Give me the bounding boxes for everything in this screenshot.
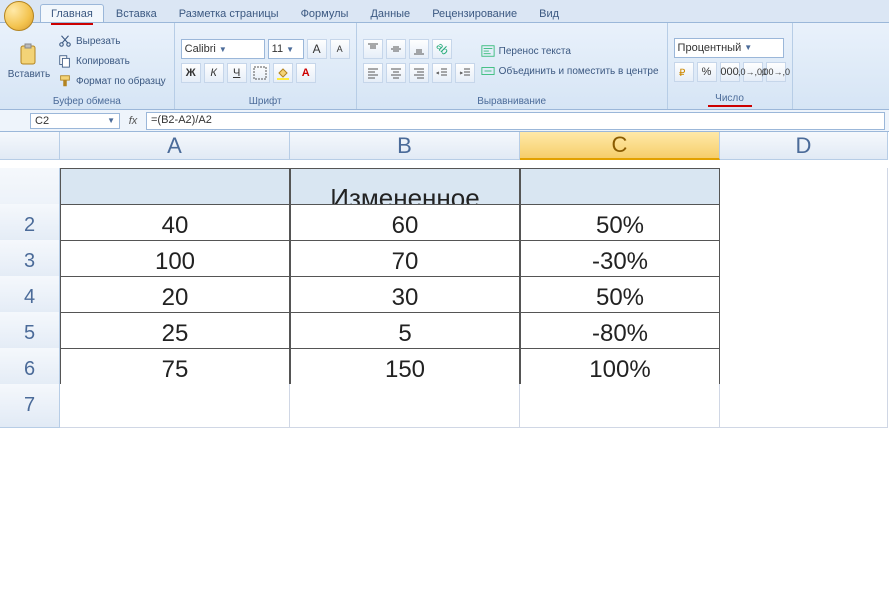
row-header-7[interactable]: 7 (0, 384, 60, 428)
copy-button[interactable]: Копировать (56, 52, 168, 70)
fx-icon[interactable]: fx (120, 115, 146, 127)
tab-data[interactable]: Данные (360, 5, 420, 22)
spreadsheet-grid: A B C D 1 Исходное число Измененное числ… (0, 132, 889, 420)
merge-center-button[interactable]: Объединить и поместить в центре (479, 62, 661, 80)
bold-button[interactable]: Ж (181, 63, 201, 83)
formula-input[interactable]: =(B2-A2)/A2 (146, 112, 885, 130)
shrink-font-button[interactable]: A (330, 39, 350, 59)
align-right-icon (412, 66, 426, 80)
align-left-icon (366, 66, 380, 80)
border-button[interactable] (250, 63, 270, 83)
currency-icon: ₽ (677, 65, 691, 79)
copy-icon (58, 54, 72, 68)
group-label-font: Шрифт (181, 95, 350, 107)
formula-bar: C2▼ fx =(B2-A2)/A2 (0, 110, 889, 132)
align-right[interactable] (409, 63, 429, 83)
scissors-icon (58, 34, 72, 48)
font-size-combo[interactable]: 11▼ (268, 39, 304, 59)
cell-d7[interactable] (720, 384, 888, 428)
tab-view[interactable]: Вид (529, 5, 569, 22)
paste-icon (17, 43, 41, 67)
comma-button[interactable]: 000 (720, 62, 740, 82)
col-header-d[interactable]: D (720, 132, 888, 160)
indent-dec-icon (435, 66, 449, 80)
group-label-alignment: Выравнивание (363, 95, 661, 107)
percent-button[interactable]: % (697, 62, 717, 82)
align-center-icon (389, 66, 403, 80)
tab-home[interactable]: Главная (40, 4, 104, 22)
cell-c7[interactable] (520, 384, 720, 428)
chevron-down-icon: ▼ (219, 45, 227, 54)
col-header-a[interactable]: A (60, 132, 290, 160)
underline-button[interactable]: Ч (227, 63, 247, 83)
bucket-icon (276, 66, 290, 80)
indent-decrease[interactable] (432, 63, 452, 83)
font-name-combo[interactable]: Calibri▼ (181, 39, 265, 59)
col-header-b[interactable]: B (290, 132, 520, 160)
grow-font-button[interactable]: A (307, 39, 327, 59)
currency-button[interactable]: ₽ (674, 62, 694, 82)
italic-button[interactable]: К (204, 63, 224, 83)
indent-increase[interactable] (455, 63, 475, 83)
align-left[interactable] (363, 63, 383, 83)
brush-icon (58, 74, 72, 88)
name-box[interactable]: C2▼ (30, 113, 120, 129)
font-color-button[interactable]: A (296, 63, 316, 83)
merge-icon (481, 64, 495, 78)
cell-b7[interactable] (290, 384, 520, 428)
group-number: Процентный▼ ₽ % 000 ,0→,00 ,00→,0 Число (668, 23, 793, 109)
group-alignment: ab Перенос текста Объединить и поме (357, 23, 668, 109)
group-clipboard: Вставить Вырезать Копировать Формат по о… (0, 23, 175, 109)
group-font: Calibri▼ 11▼ A A Ж К Ч A Шрифт (175, 23, 357, 109)
chevron-down-icon: ▼ (286, 45, 294, 54)
orientation-button[interactable]: ab (432, 39, 452, 59)
align-bottom[interactable] (409, 39, 429, 59)
cut-button[interactable]: Вырезать (56, 32, 168, 50)
increase-decimal[interactable]: ,0→,00 (743, 62, 763, 82)
border-icon (253, 66, 267, 80)
tab-insert[interactable]: Вставка (106, 5, 167, 22)
chevron-down-icon: ▼ (107, 116, 115, 125)
align-middle[interactable] (386, 39, 406, 59)
paste-label: Вставить (8, 69, 50, 80)
align-middle-icon (389, 42, 403, 56)
chevron-down-icon: ▼ (744, 43, 752, 52)
ribbon-tabs: Главная Вставка Разметка страницы Формул… (0, 0, 889, 22)
cell-a7[interactable] (60, 384, 290, 428)
group-label-number: Число (674, 92, 786, 107)
select-all-corner[interactable] (0, 132, 60, 160)
ribbon: Вставить Вырезать Копировать Формат по о… (0, 22, 889, 110)
paste-button[interactable]: Вставить (6, 27, 52, 95)
format-painter-button[interactable]: Формат по образцу (56, 72, 168, 90)
align-top[interactable] (363, 39, 383, 59)
align-bottom-icon (412, 42, 426, 56)
wrap-icon (481, 44, 495, 58)
align-top-icon (366, 42, 380, 56)
office-button[interactable] (4, 1, 34, 31)
fill-color-button[interactable] (273, 63, 293, 83)
tab-formulas[interactable]: Формулы (291, 5, 359, 22)
col-header-c[interactable]: C (520, 132, 720, 160)
indent-inc-icon (458, 66, 472, 80)
svg-text:₽: ₽ (679, 68, 686, 79)
tab-page-layout[interactable]: Разметка страницы (169, 5, 289, 22)
decrease-decimal[interactable]: ,00→,0 (766, 62, 786, 82)
group-label-clipboard: Буфер обмена (6, 95, 168, 107)
tab-review[interactable]: Рецензирование (422, 5, 527, 22)
number-format-combo[interactable]: Процентный▼ (674, 38, 784, 58)
align-center[interactable] (386, 63, 406, 83)
wrap-text-button[interactable]: Перенос текста (479, 42, 661, 60)
